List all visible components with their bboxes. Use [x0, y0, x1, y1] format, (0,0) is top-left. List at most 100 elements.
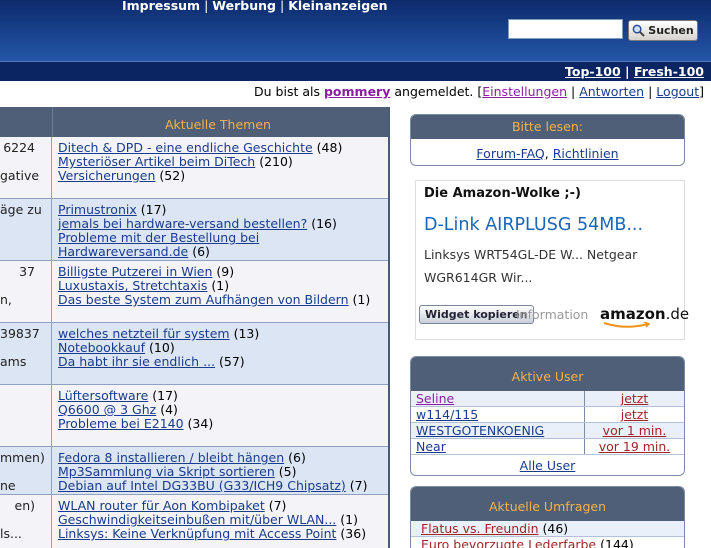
all-users-link[interactable]: Alle User [520, 458, 576, 473]
forum-overview-table: Aktuelle Themen 6224 gative Ditech & DPD -… [0, 107, 390, 548]
topic-count: (17) [140, 202, 167, 217]
topic-item: jemals bei hardware-versand bestellen? (… [58, 217, 388, 231]
topic-link[interactable]: Versicherungen [58, 168, 155, 183]
topic-item: Linksys: Keine Verknüpfung mit Access Po… [58, 527, 388, 541]
forum-stat-text: 37 [19, 264, 35, 279]
amazon-info-link[interactable]: Information [516, 307, 588, 322]
forum-stat-text: en) [14, 498, 36, 513]
topic-link[interactable]: Luxustaxis, Stretchtaxis [58, 278, 207, 293]
top-100-link[interactable]: Top-100 [565, 64, 621, 79]
user-link[interactable]: Near [416, 439, 446, 454]
topic-link[interactable]: Probleme mit der Bestellung bei Hardware… [58, 230, 259, 259]
active-user-row: Seline jetzt [411, 391, 684, 407]
topic-link[interactable]: Linksys: Keine Verknüpfung mit Access Po… [58, 526, 336, 541]
topic-link[interactable]: Da habt ihr sie endlich ... [58, 354, 215, 369]
user-link[interactable]: Seline [416, 391, 454, 406]
topic-count: (9) [216, 264, 235, 279]
polls-title: Aktuelle Umfragen [411, 487, 684, 521]
read-first-title: Bitte lesen: [411, 115, 684, 139]
search-input[interactable] [508, 19, 623, 39]
top-bar: Top-100 | Fresh-100 [0, 61, 711, 81]
topic-link[interactable]: Q6600 @ 3 Ghz [58, 402, 156, 417]
topic-count: (16) [311, 216, 337, 231]
forum-row: en) ls... WLAN router für Aon Kombipaket (… [0, 495, 388, 548]
settings-link[interactable]: Einstellungen [482, 84, 567, 99]
poll-row: Euro bevorzugte Lederfarbe (144) [411, 537, 684, 548]
topic-link[interactable]: Das beste System zum Aufhängen von Bilde… [58, 292, 349, 307]
topic-count: (7) [268, 498, 287, 513]
user-last-seen[interactable]: vor 1 min. [603, 423, 667, 438]
topic-link[interactable]: Lüftersoftware [58, 388, 148, 403]
topic-link[interactable]: Geschwindigkeitseinbußen mit/über WLAN..… [58, 512, 336, 527]
topic-count: (57) [218, 354, 245, 369]
user-link[interactable]: w114/115 [416, 407, 478, 422]
nav-impressum[interactable]: Impressum [122, 0, 200, 13]
nav-werbung[interactable]: Werbung [212, 0, 276, 13]
user-last-seen[interactable]: jetzt [621, 391, 649, 406]
forum-row: 39837 ams welches netzteil für system (13)… [0, 323, 388, 385]
amazon-smile-icon [603, 322, 651, 328]
topic-item: Ditech & DPD - eine endliche Geschichte … [58, 141, 388, 155]
topic-count: (36) [340, 526, 367, 541]
read-first-panel: Bitte lesen: Forum-FAQ, Richtlinien [410, 114, 685, 166]
faq-link[interactable]: Forum-FAQ [476, 146, 544, 161]
forum-stat-text: mmen) [0, 450, 45, 465]
poll-row: Flatus vs. Freundin (46) [411, 521, 684, 537]
topic-link[interactable]: Primustronix [58, 202, 137, 217]
forum-stat-text: ls... [0, 526, 22, 541]
topic-item: Mysteriöser Artikel beim DiTech (210) [58, 155, 388, 169]
search-button[interactable]: Suchen [628, 20, 698, 41]
login-status: Du bist als pommery angemeldet. [Einstel… [254, 84, 704, 99]
nav-kleinanzeigen[interactable]: Kleinanzeigen [288, 0, 387, 13]
topic-count: (210) [259, 154, 293, 169]
topics-header: Aktuelle Themen [165, 117, 271, 132]
top-navigation: Impressum | Werbung | Kleinanzeigen [122, 0, 388, 13]
topic-item: Lüftersoftware (17) [58, 389, 388, 403]
forum-stat-text: gative [0, 168, 40, 183]
rules-link[interactable]: Richtlinien [553, 146, 619, 161]
user-link[interactable]: WESTGOTENKOENIG [416, 423, 544, 438]
topic-link[interactable]: jemals bei hardware-versand bestellen? [58, 216, 307, 231]
user-last-seen[interactable]: jetzt [621, 407, 649, 422]
forum-row: Lüftersoftware (17) Q6600 @ 3 Ghz (4) Prob… [0, 385, 388, 447]
forum-stat-text: n, [0, 292, 12, 307]
topic-link[interactable]: welches netzteil für system [58, 326, 230, 341]
topic-count: (5) [278, 464, 297, 479]
username-link[interactable]: pommery [324, 84, 390, 99]
topic-link[interactable]: Mp3Sammlung via Skript sortieren [58, 464, 275, 479]
fresh-100-link[interactable]: Fresh-100 [634, 64, 704, 79]
topic-item: Luxustaxis, Stretchtaxis (1) [58, 279, 388, 293]
active-user-row: w114/115 jetzt [411, 407, 684, 423]
topic-link[interactable]: Probleme bei E2140 [58, 416, 184, 431]
topic-item: Da habt ihr sie endlich ... (57) [58, 355, 388, 369]
toplinks: Top-100 | Fresh-100 [565, 64, 704, 79]
topic-count: (52) [159, 168, 186, 183]
amazon-product-link[interactable]: D-Link AIRPLUSG 54MB... [424, 215, 643, 235]
logout-link[interactable]: Logout [656, 84, 699, 99]
topic-link[interactable]: Debian auf Intel DG33BU (G33/ICH9 Chipsa… [58, 478, 346, 493]
amazon-widget-title: Die Amazon-Wolke ;-) [424, 186, 581, 201]
topic-link[interactable]: Ditech & DPD - eine endliche Geschichte [58, 140, 313, 155]
topic-count: (48) [316, 140, 343, 155]
forum-stat-text: 39837 [0, 326, 40, 341]
topic-item: welches netzteil für system (13) [58, 327, 388, 341]
topic-link[interactable]: Notebookkauf [58, 340, 145, 355]
topic-item: Debian auf Intel DG33BU (G33/ICH9 Chipsa… [58, 479, 388, 493]
topic-count: (17) [152, 388, 178, 403]
topic-link[interactable]: Mysteriöser Artikel beim DiTech [58, 154, 255, 169]
amazon-logo: amazon.de [600, 305, 689, 328]
user-last-seen[interactable]: vor 19 min. [599, 439, 671, 454]
replies-link[interactable]: Antworten [579, 84, 644, 99]
poll-link[interactable]: Euro bevorzugte Lederfarbe [421, 537, 596, 548]
topic-item: Notebookkauf (10) [58, 341, 388, 355]
amazon-product-list[interactable]: Linksys WRT54GL-DE W... Netgear WGR614GR… [424, 243, 679, 289]
poll-link[interactable]: Flatus vs. Freundin [421, 521, 539, 536]
topic-link[interactable]: Billigste Putzerei in Wien [58, 264, 212, 279]
topic-link[interactable]: WLAN router für Aon Kombipaket [58, 498, 265, 513]
topic-count: (4) [160, 402, 178, 417]
topic-item: Geschwindigkeitseinbußen mit/über WLAN..… [58, 513, 388, 527]
topic-link[interactable]: Fedora 8 installieren / bleibt hängen [58, 450, 284, 465]
active-users-list: Seline jetzt w114/115 jetzt WESTGOTENKOENIG v… [411, 391, 684, 455]
topic-item: Probleme mit der Bestellung bei Hardware… [58, 231, 388, 259]
forum-stat-text: äge zu [0, 202, 42, 217]
